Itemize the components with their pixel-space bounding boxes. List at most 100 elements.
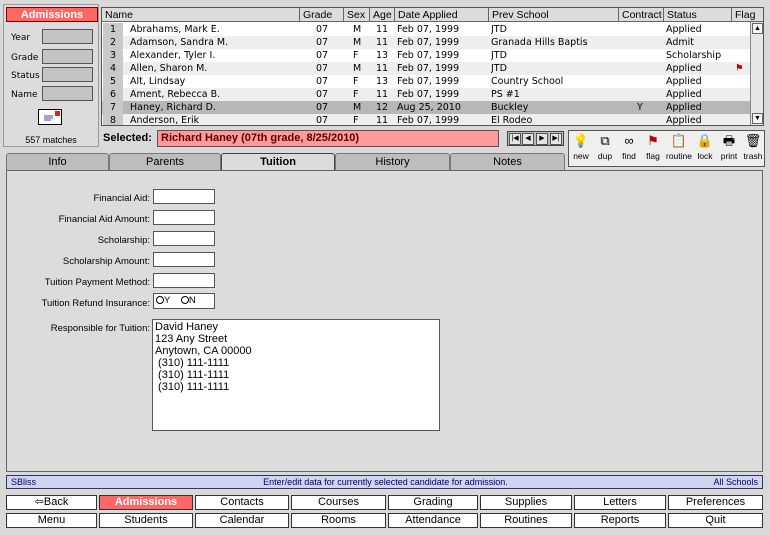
red-flag-icon[interactable]: ⚑ xyxy=(735,62,749,75)
menu-supplies-button[interactable]: Supplies xyxy=(480,495,572,510)
status-filter-field[interactable] xyxy=(42,67,93,82)
cell-status: Applied xyxy=(666,63,702,74)
cell-grade: 07 xyxy=(316,50,329,61)
cell-contract xyxy=(637,49,649,62)
menu-back-button[interactable]: ⇦Back xyxy=(6,495,97,510)
row-number: 2 xyxy=(103,36,123,49)
find-button[interactable]: ∞ find xyxy=(617,131,641,167)
previous-record-icon[interactable]: ◀ xyxy=(522,133,534,145)
menu-button-label: Quit xyxy=(705,514,726,526)
tab-info[interactable]: Info xyxy=(6,153,109,170)
cell-contract xyxy=(637,75,649,88)
menu-reports-button[interactable]: Reports xyxy=(574,513,666,528)
cell-sex: F xyxy=(353,115,359,126)
new-button[interactable]: 💡 new xyxy=(569,131,593,167)
tab-parents[interactable]: Parents xyxy=(109,153,221,170)
cell-school: JTD xyxy=(491,24,507,35)
menu-preferences-button[interactable]: Preferences xyxy=(668,495,763,510)
tab-notes[interactable]: Notes xyxy=(450,153,565,170)
table-row[interactable]: 8 Anderson, Erik 07 F 11 Feb 07, 1999 El Rodeo… xyxy=(102,114,750,126)
trash-button[interactable]: 🗑 trash xyxy=(741,131,765,167)
menu-button-label: Supplies xyxy=(504,496,548,508)
menu-courses-button[interactable]: Courses xyxy=(291,495,386,510)
column-header-sex[interactable]: Sex xyxy=(344,8,370,22)
menu-routines-button[interactable]: Routines xyxy=(480,513,572,528)
envelope-icon[interactable] xyxy=(38,109,62,125)
cell-contract: Y xyxy=(637,102,643,113)
row-number: 8 xyxy=(103,114,123,125)
print-button[interactable]: 🖶 print xyxy=(717,131,741,167)
cell-sex: F xyxy=(353,89,359,100)
column-header-age[interactable]: Age xyxy=(370,8,395,22)
menu-quit-button[interactable]: Quit xyxy=(668,513,763,528)
financial-aid-label: Financial Aid: xyxy=(93,193,150,204)
cell-school: El Rodeo xyxy=(491,115,533,126)
table-row[interactable]: 6 Ament, Rebecca B. 07 F 11 Feb 07, 1999 PS #1… xyxy=(102,88,750,101)
cell-status: Applied xyxy=(666,89,702,100)
cell-status: Applied xyxy=(666,24,702,35)
responsible-for-tuition-field[interactable]: David Haney 123 Any Street Anytown, CA 0… xyxy=(152,319,440,431)
cell-age: 11 xyxy=(376,89,389,100)
year-filter-field[interactable] xyxy=(42,29,93,44)
cell-date: Feb 07, 1999 xyxy=(397,89,460,100)
menu-calendar-button[interactable]: Calendar xyxy=(195,513,289,528)
responsible-line: (310) 111-1111 xyxy=(155,369,230,381)
responsible-line: 123 Any Street xyxy=(155,333,228,345)
menu-admissions-button[interactable]: Admissions xyxy=(99,495,193,510)
scroll-up-arrow-icon[interactable]: ▲ xyxy=(752,23,763,34)
tab-history[interactable]: History xyxy=(335,153,450,170)
grade-filter-field[interactable] xyxy=(42,49,93,64)
column-header-status[interactable]: Status xyxy=(664,8,732,22)
financial-aid-field[interactable] xyxy=(153,189,215,204)
menu-button-label: Students xyxy=(124,514,168,526)
refund-yes-radio[interactable] xyxy=(156,296,164,304)
menu-contacts-button[interactable]: Contacts xyxy=(195,495,289,510)
routine-button[interactable]: 📋 routine xyxy=(665,131,693,167)
column-header-prev-school[interactable]: Prev School xyxy=(489,8,619,22)
menu-letters-button[interactable]: Letters xyxy=(574,495,666,510)
cell-name: Alt, Lindsay xyxy=(130,76,186,87)
table-row[interactable]: 5 Alt, Lindsay 07 F 13 Feb 07, 1999 Country Sc… xyxy=(102,75,750,88)
menu-button-label: Routines xyxy=(504,514,548,526)
cell-date: Feb 07, 1999 xyxy=(397,63,460,74)
last-record-icon[interactable]: ▶| xyxy=(550,133,562,145)
name-filter-field[interactable] xyxy=(42,86,93,101)
cell-date: Feb 07, 1999 xyxy=(397,115,460,126)
scholarship-field[interactable] xyxy=(153,231,215,246)
flag-button[interactable]: ⚑ flag xyxy=(641,131,665,167)
column-header-grade[interactable]: Grade xyxy=(300,8,344,22)
financial-aid-amount-field[interactable] xyxy=(153,210,215,225)
scholarship-amount-field[interactable] xyxy=(153,252,215,267)
menu-menu-button[interactable]: Menu xyxy=(6,513,97,528)
dup-button[interactable]: ⧉ dup xyxy=(593,131,617,167)
cell-sex: M xyxy=(353,37,362,48)
table-row[interactable]: 2 Adamson, Sandra M. 07 M 11 Feb 07, 1999 Gran… xyxy=(102,36,750,49)
module-title: Admissions xyxy=(6,7,98,22)
column-header-date-applied[interactable]: Date Applied xyxy=(395,8,489,22)
cell-school: JTD xyxy=(491,50,507,61)
scroll-down-arrow-icon[interactable]: ▼ xyxy=(752,113,763,124)
cell-sex: M xyxy=(353,63,362,74)
table-row[interactable]: 3 Alexander, Tyler I. 07 F 13 Feb 07, 1999 JTD… xyxy=(102,49,750,62)
table-row[interactable]: 7 Haney, Richard D. 07 M 12 Aug 25, 2010 Buckl… xyxy=(102,101,750,114)
table-scrollbar[interactable]: ▲ ▼ xyxy=(750,22,763,125)
menu-attendance-button[interactable]: Attendance xyxy=(388,513,478,528)
column-header-name[interactable]: Name xyxy=(102,8,300,22)
next-record-icon[interactable]: ▶ xyxy=(536,133,548,145)
table-row[interactable]: 4 Allen, Sharon M. 07 M 11 Feb 07, 1999 JTD App… xyxy=(102,62,750,75)
menu-students-button[interactable]: Students xyxy=(99,513,193,528)
cell-status: Applied xyxy=(666,115,702,126)
lock-button[interactable]: 🔒 lock xyxy=(693,131,717,167)
column-header-flag[interactable]: Flag xyxy=(732,8,763,22)
menu-grading-button[interactable]: Grading xyxy=(388,495,478,510)
tab-tuition[interactable]: Tuition xyxy=(221,153,335,171)
cell-grade: 07 xyxy=(316,89,329,100)
menu-button-label: Menu xyxy=(37,514,66,526)
table-row[interactable]: 1 Abrahams, Mark E. 07 M 11 Feb 07, 1999 JTD Ap… xyxy=(102,23,750,36)
first-record-icon[interactable]: |◀ xyxy=(509,133,521,145)
row-number: 3 xyxy=(103,49,123,62)
refund-no-radio[interactable] xyxy=(180,296,189,304)
column-header-contract[interactable]: Contract xyxy=(619,8,664,22)
tuition-payment-method-field[interactable] xyxy=(153,273,215,288)
menu-rooms-button[interactable]: Rooms xyxy=(291,513,386,528)
